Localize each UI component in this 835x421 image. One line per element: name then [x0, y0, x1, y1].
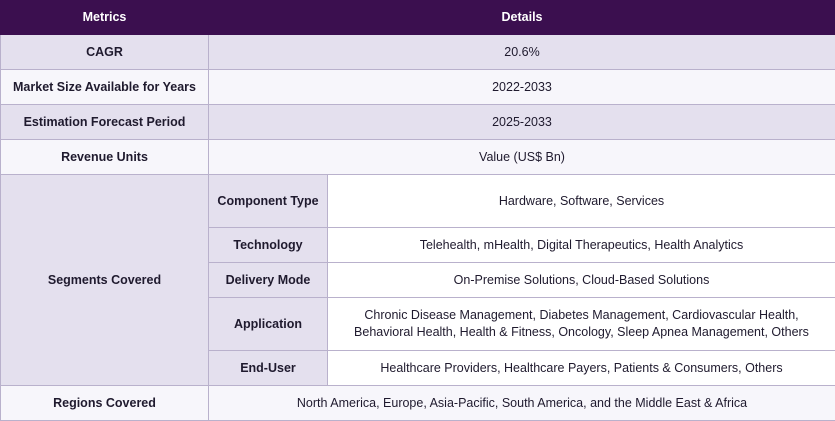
metric-regions-covered: Regions Covered — [1, 386, 209, 421]
segment-end-user-value: Healthcare Providers, Healthcare Payers,… — [328, 351, 835, 386]
value-regions-covered: North America, Europe, Asia-Pacific, Sou… — [209, 386, 835, 421]
table-row: Estimation Forecast Period 2025-2033 — [1, 105, 835, 140]
value-forecast-period: 2025-2033 — [209, 105, 835, 140]
segment-application: Application — [209, 298, 328, 351]
metric-forecast-period: Estimation Forecast Period — [1, 105, 209, 140]
table-row: CAGR 20.6% — [1, 35, 835, 70]
table-row: Revenue Units Value (US$ Bn) — [1, 140, 835, 175]
metric-revenue-units: Revenue Units — [1, 140, 209, 175]
value-revenue-units: Value (US$ Bn) — [209, 140, 835, 175]
segment-component-type-value: Hardware, Software, Services — [328, 175, 835, 228]
table-row: Market Size Available for Years 2022-203… — [1, 70, 835, 105]
segments-covered-label: Segments Covered — [1, 175, 209, 386]
table-row: Segments Covered Component Type Hardware… — [1, 175, 835, 228]
metric-market-size-years: Market Size Available for Years — [1, 70, 209, 105]
value-market-size-years: 2022-2033 — [209, 70, 835, 105]
segment-technology-value: Telehealth, mHealth, Digital Therapeutic… — [328, 228, 835, 263]
segment-technology: Technology — [209, 228, 328, 263]
segment-delivery-mode-value: On-Premise Solutions, Cloud-Based Soluti… — [328, 263, 835, 298]
header-details: Details — [209, 1, 835, 35]
metric-cagr: CAGR — [1, 35, 209, 70]
table-row: Regions Covered North America, Europe, A… — [1, 386, 835, 421]
segment-delivery-mode: Delivery Mode — [209, 263, 328, 298]
segment-component-type: Component Type — [209, 175, 328, 228]
segment-application-value: Chronic Disease Management, Diabetes Man… — [328, 298, 835, 351]
segment-end-user: End-User — [209, 351, 328, 386]
value-cagr: 20.6% — [209, 35, 835, 70]
report-scope-table: Metrics Details CAGR 20.6% Market Size A… — [0, 0, 835, 421]
header-metrics: Metrics — [1, 1, 209, 35]
